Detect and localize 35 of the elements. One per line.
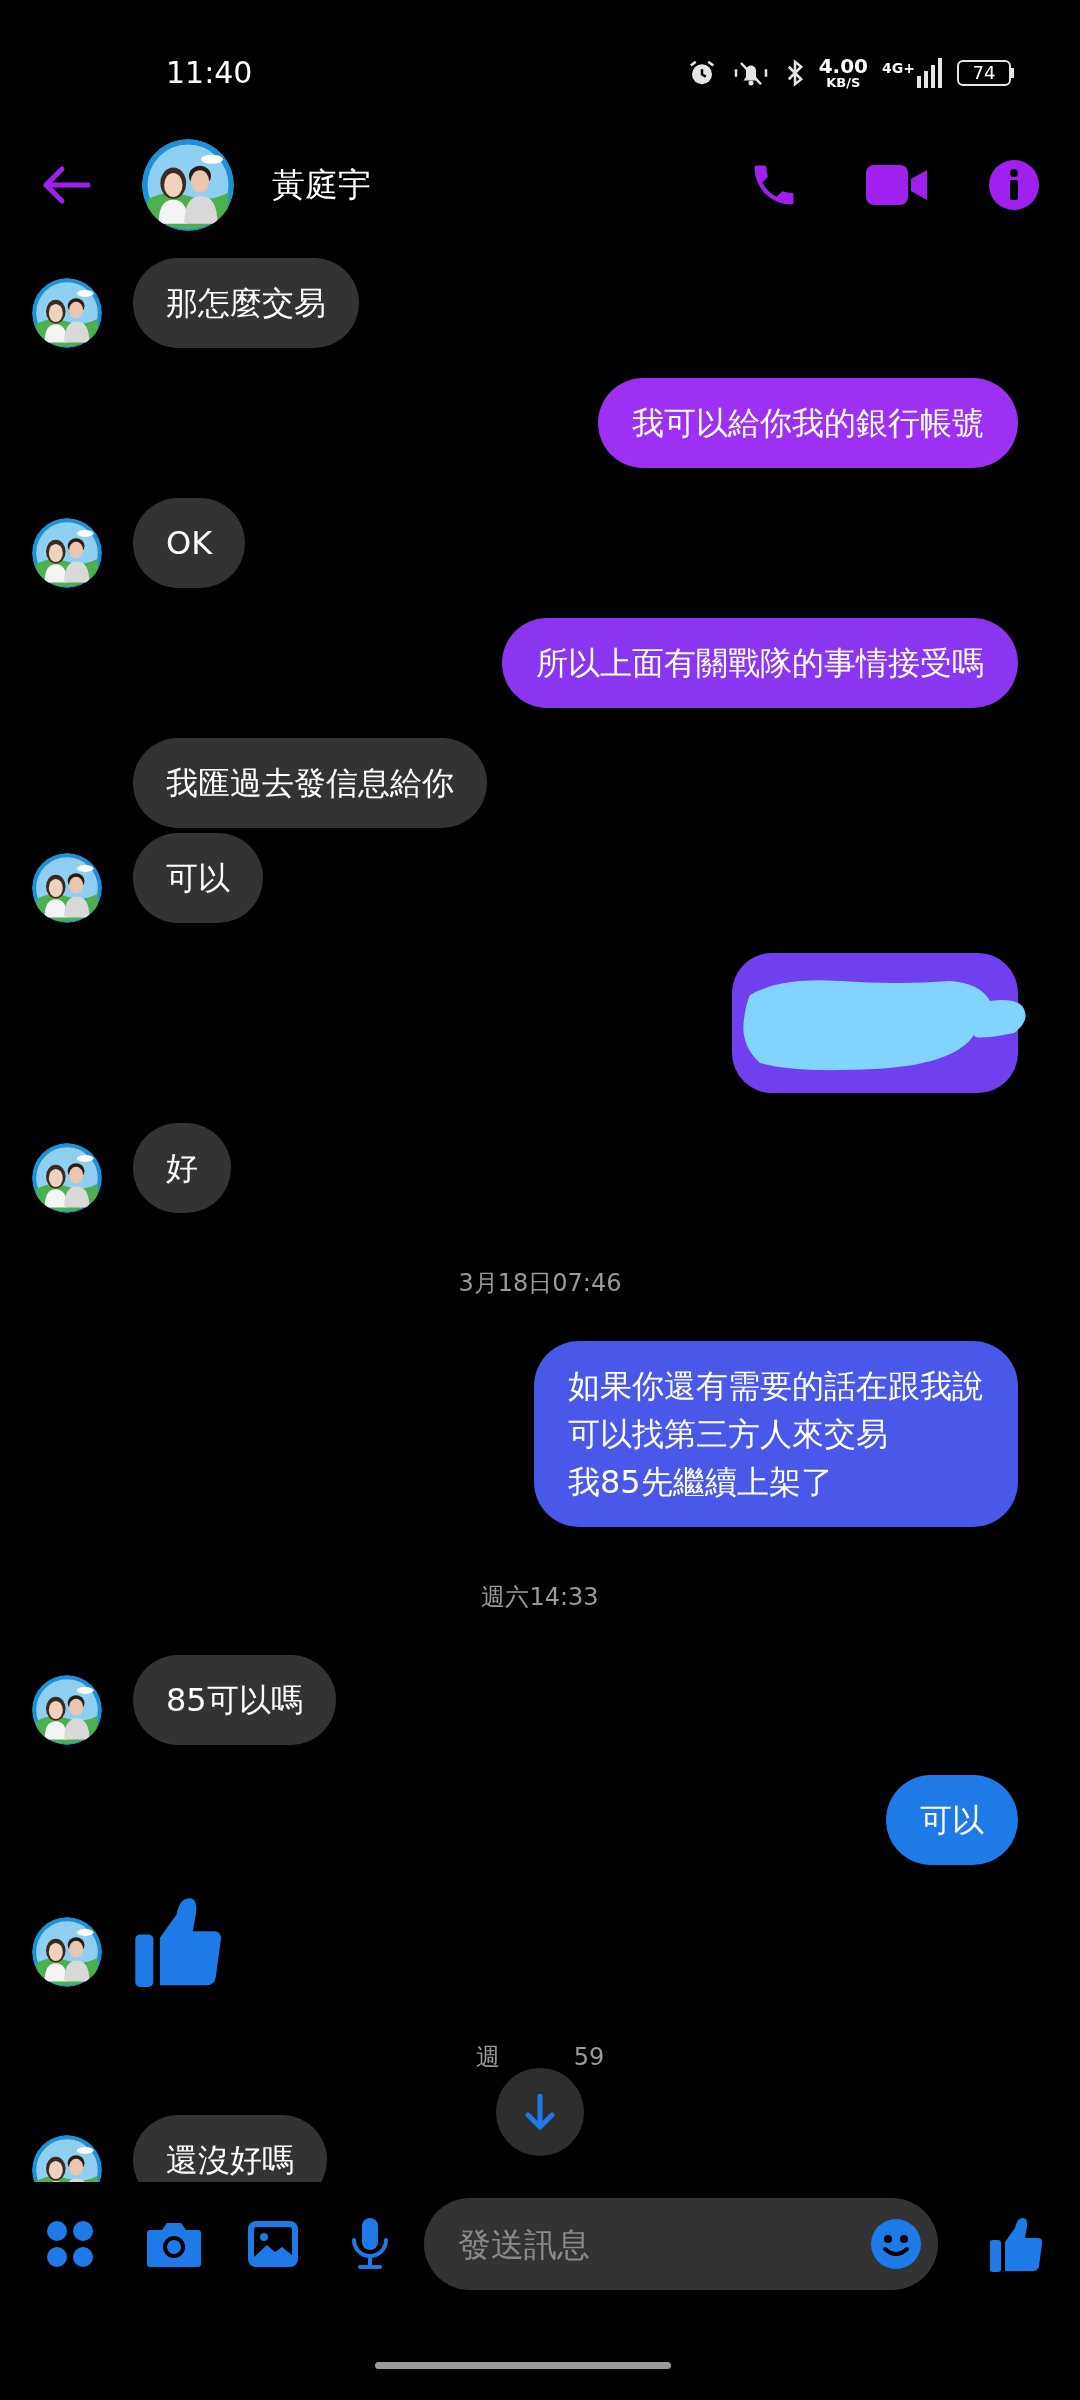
network-type: 4G+ — [882, 58, 915, 78]
microphone-icon[interactable] — [350, 2218, 390, 2270]
thumbs-up-icon — [133, 1895, 223, 1987]
message-bubble: 我可以給你我的銀行帳號 — [598, 378, 1018, 468]
contact-name[interactable]: 黃庭宇 — [272, 160, 371, 210]
info-icon[interactable] — [988, 159, 1040, 211]
message-line: 如果你還有需要的話在跟我說 — [568, 1366, 984, 1407]
message-bubble: 好 — [133, 1123, 231, 1213]
speed-unit: KB/S — [826, 76, 861, 89]
timestamp: 週六14:33 — [481, 1583, 599, 1611]
message-bubble: 還沒好嗎 — [133, 2115, 327, 2182]
network-speed: 4.00 — [818, 56, 869, 76]
message-bubble: 我匯過去發信息給你 — [133, 738, 487, 828]
camera-icon[interactable] — [146, 2220, 202, 2268]
battery-indicator: 74 — [957, 59, 1014, 86]
video-camera-icon[interactable] — [866, 165, 928, 205]
message-bubble: 那怎麼交易 — [133, 258, 359, 348]
message-bubble: 所以上面有關戰隊的事情接受嗎 — [502, 618, 1018, 708]
timestamp: 59 — [573, 2043, 605, 2071]
message-bubble: 可以 — [886, 1775, 1018, 1865]
message-field[interactable]: 發送訊息 — [424, 2198, 938, 2290]
message-line: 我85先繼續上架了 — [568, 1462, 834, 1503]
emoji-icon[interactable] — [870, 2218, 922, 2270]
message-bubble: 85可以嗎 — [133, 1655, 336, 1745]
thumbs-up-icon[interactable] — [990, 2216, 1042, 2272]
timestamp: 週 — [475, 2043, 500, 2071]
arrow-down-icon — [524, 2094, 556, 2130]
message-line: 可以找第三方人來交易 — [568, 1414, 889, 1455]
clock-time: 11:40 — [166, 54, 253, 92]
message-bubble: 可以 — [133, 833, 263, 923]
timestamp: 3月18日07:46 — [458, 1269, 622, 1297]
image-icon[interactable] — [248, 2221, 298, 2267]
apps-icon[interactable] — [46, 2220, 94, 2268]
signal-icon — [917, 57, 943, 88]
message-bubble: OK — [133, 498, 246, 588]
